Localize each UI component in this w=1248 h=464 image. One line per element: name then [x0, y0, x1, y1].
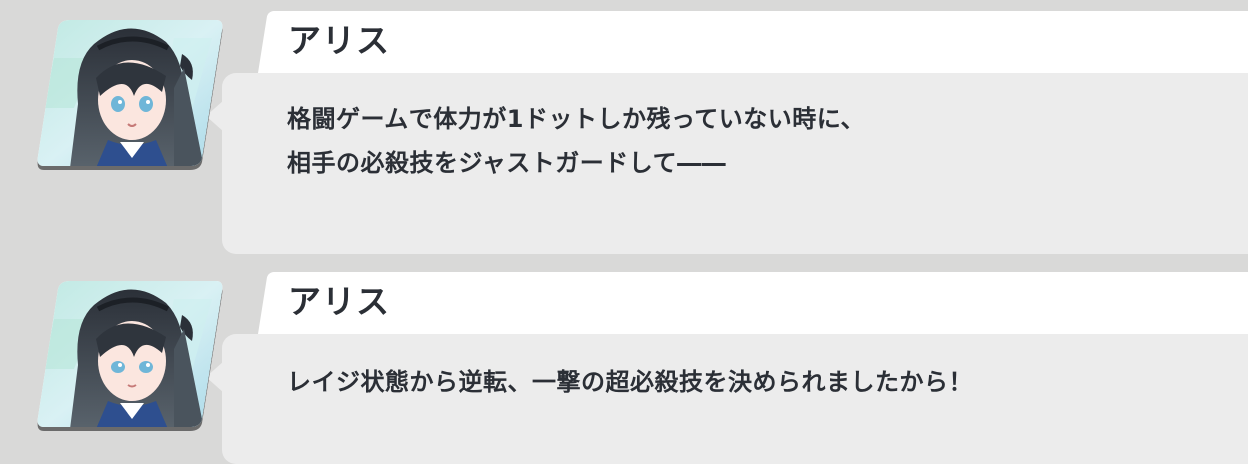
message-text: レイジ状態から逆転、一撃の超必殺技を決められましたから！: [287, 368, 973, 396]
aris-portrait-icon[interactable]: [34, 279, 224, 431]
speaker-name-bar: [258, 11, 1248, 73]
message-text: 格闘ゲームで体力が1ドットしか残っていない時に、 相手の必殺技をジャストガードし…: [287, 105, 866, 177]
speaker-name: アリス: [288, 21, 390, 60]
aris-portrait-icon[interactable]: [34, 18, 224, 170]
message-2: アリス レイジ状態から逆転、一撃の超必殺技を決められましたから！: [0, 262, 1248, 464]
speaker-name-bar: [258, 272, 1248, 334]
message-1: アリス 格闘ゲームで体力が1ドットしか残っていない時に、 相手の必殺技をジャスト…: [0, 0, 1248, 262]
speaker-name: アリス: [288, 282, 390, 321]
